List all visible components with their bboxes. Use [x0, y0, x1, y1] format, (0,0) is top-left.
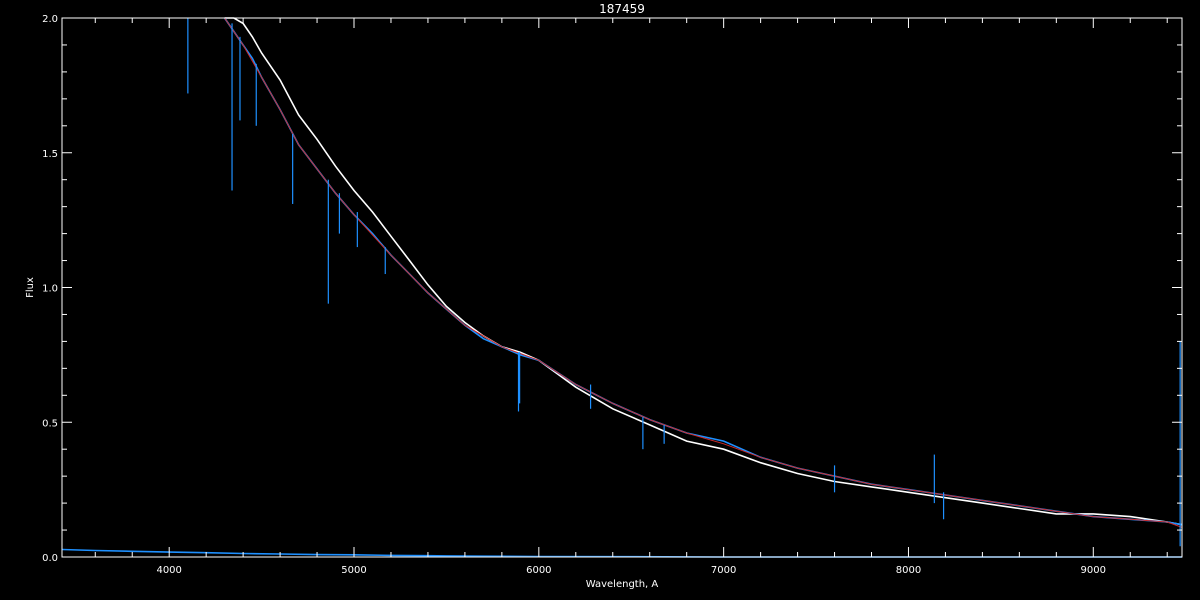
spectrum-chart: 187459 4000 5000 6000 7000 8000 9000 0.0 0.5 1.… [0, 0, 1200, 600]
y-tick-label: 0.5 [42, 418, 58, 429]
chart-title: 187459 [599, 2, 645, 16]
chart-background [0, 0, 1200, 600]
x-tick-label: 9000 [1081, 565, 1106, 576]
y-tick-label: 1.5 [42, 149, 58, 160]
y-tick-label: 0.0 [42, 553, 58, 564]
x-tick-label: 4000 [156, 565, 181, 576]
x-tick-label: 7000 [711, 565, 736, 576]
x-tick-label: 5000 [341, 565, 366, 576]
y-tick-label: 2.0 [42, 14, 58, 25]
y-axis-label: Flux [25, 277, 36, 298]
x-axis-label: Wavelength, A [586, 579, 659, 590]
x-tick-label: 8000 [896, 565, 921, 576]
y-tick-label: 1.0 [42, 284, 58, 295]
x-tick-label: 6000 [526, 565, 551, 576]
